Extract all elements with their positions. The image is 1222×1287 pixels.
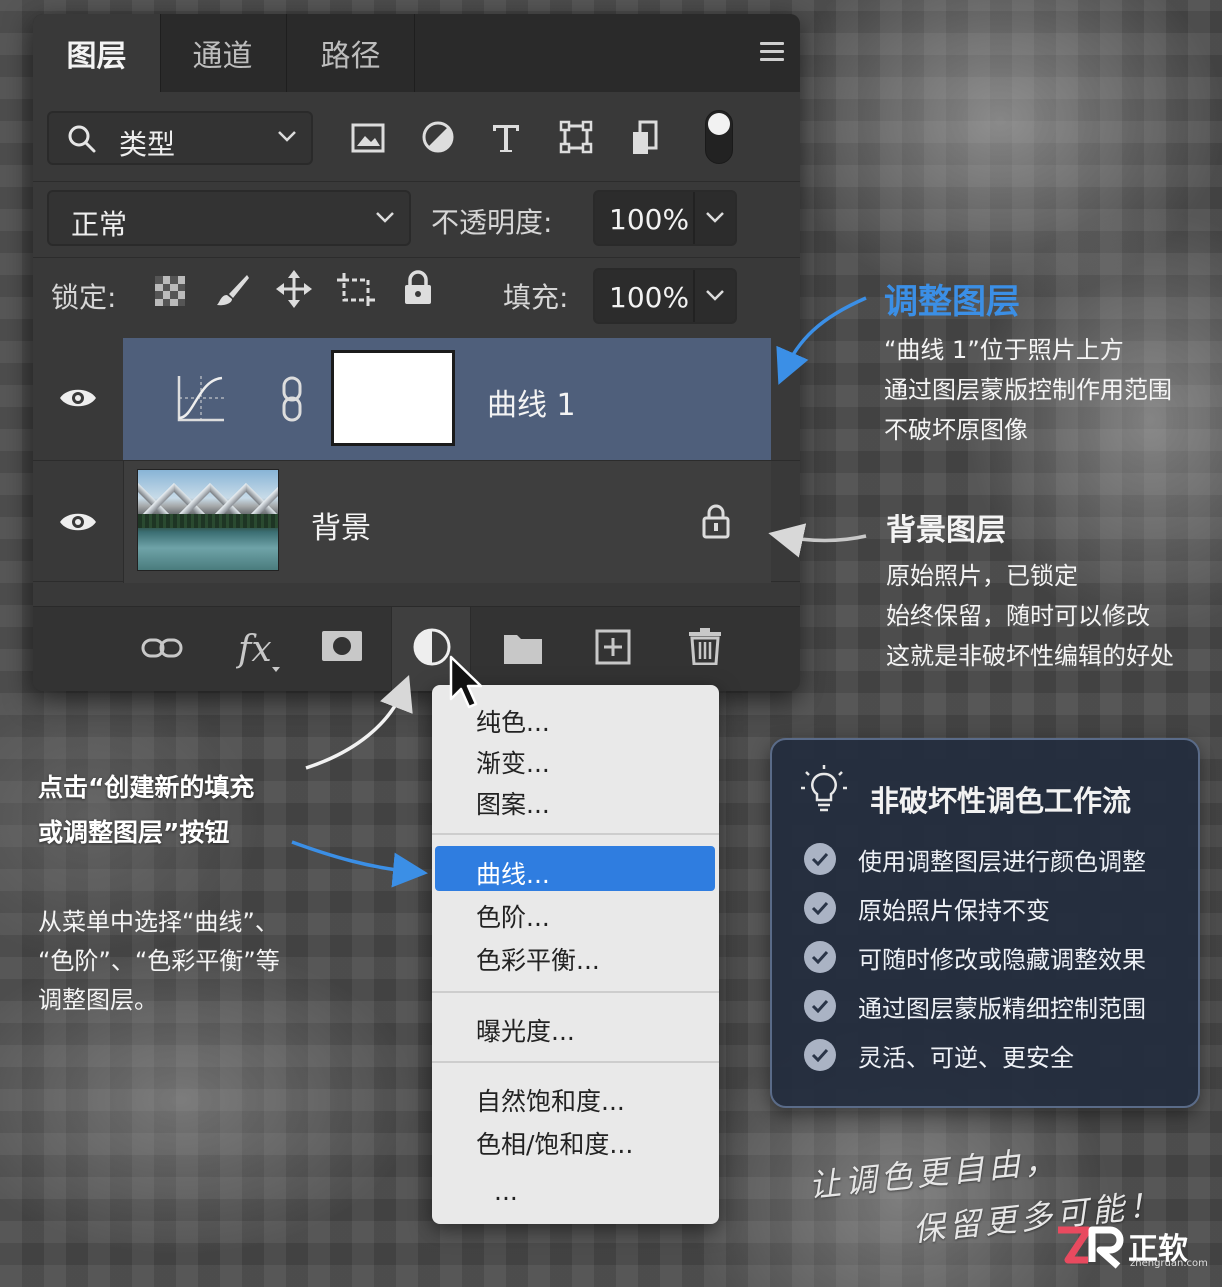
workflow-item: 使用调整图层进行颜色调整	[858, 848, 1146, 876]
annotation-background-line: 原始照片，已锁定	[886, 562, 1078, 590]
annotation-adjustment-line: “曲线 1”位于照片上方	[884, 336, 1124, 364]
checkmark-icon	[804, 941, 836, 973]
lightbulb-icon	[801, 765, 847, 812]
annotation-button-line: 点击“创建新的填充	[38, 773, 255, 802]
annotation-background-line: 始终保留，随时可以修改	[886, 602, 1150, 630]
checkmark-icon	[804, 1039, 836, 1071]
annotation-adjustment-line: 不破坏原图像	[884, 416, 1028, 444]
annotation-button-line: 或调整图层”按钮	[38, 818, 230, 847]
workflow-item: 可随时修改或隐藏调整效果	[858, 946, 1146, 974]
annotation-adjustment-line: 通过图层蒙版控制作用范围	[884, 376, 1172, 404]
brand-logo: 正软 zhengruan.com	[1054, 1222, 1214, 1282]
workflow-card: 非破坏性调色工作流 使用调整图层进行颜色调整 原始照片保持不变 可随时修改或隐藏…	[770, 738, 1200, 1108]
annotation-adjustment-title: 调整图层	[884, 282, 1020, 322]
annotation-menu-line: 从菜单中选择“曲线”、	[38, 908, 279, 936]
annotation-menu-line: 调整图层。	[38, 986, 158, 1014]
workflow-item: 通过图层蒙版精细控制范围	[858, 995, 1146, 1023]
annotation-background-line: 这就是非破坏性编辑的好处	[886, 642, 1174, 670]
workflow-item: 灵活、可逆、更安全	[858, 1044, 1074, 1072]
annotation-background-title: 背景图层	[886, 513, 1006, 548]
brand-url: zhengruan.com	[1130, 1258, 1208, 1269]
workflow-card-title: 非破坏性调色工作流	[870, 784, 1132, 818]
checkmark-icon	[804, 892, 836, 924]
zr-logo-icon	[1058, 1226, 1124, 1269]
checkmark-icon	[804, 990, 836, 1022]
annotation-menu-line: “色阶”、“色彩平衡”等	[38, 947, 280, 975]
checkmark-icon	[804, 843, 836, 875]
workflow-item: 原始照片保持不变	[858, 897, 1050, 925]
